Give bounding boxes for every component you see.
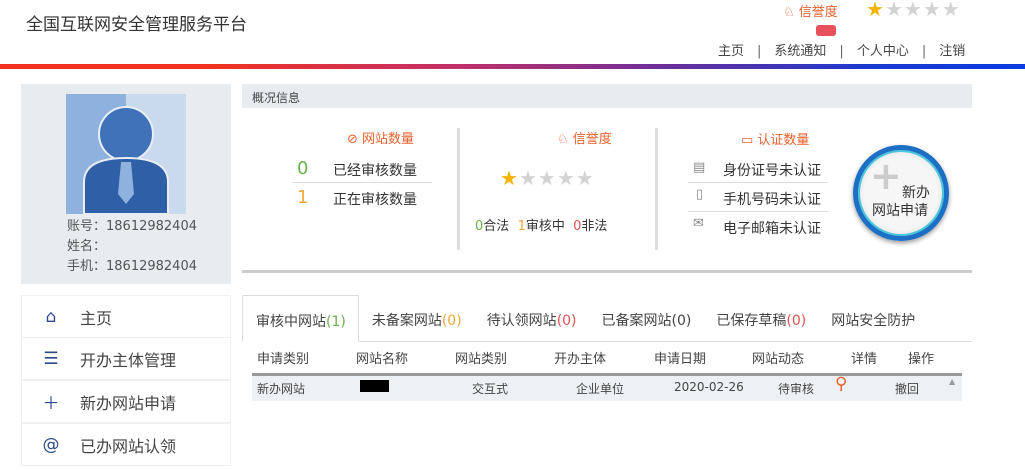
account-info: 账号：18612982404 [67,219,197,234]
list-icon: ☰ [43,348,59,369]
cell-type: 新办网站 [257,382,306,396]
withdraw-link[interactable]: 撤回 [895,380,919,397]
notification-badge [816,25,836,36]
compass-icon: ⊘ [347,132,363,147]
profile-card: 账号：18612982404 姓名： 手机：18612982404 [21,84,231,284]
divider [457,128,460,250]
tab-filed[interactable]: 已备案网站(0) [589,295,704,342]
plus-icon: + [870,154,902,198]
column-header: 网站类别 [455,352,508,367]
column-header: 网站动态 [752,352,805,367]
reviewed-label: 已经审核数量 [333,163,417,179]
sidebar-item-home[interactable]: ⌂ 主页 [21,295,231,338]
reputation-label: ♘ 信誉度 [783,5,838,20]
header-divider [0,64,1025,69]
at-icon: @ [42,434,60,455]
mail-icon: ✉ [693,216,704,231]
name-info: 姓名： [67,239,107,254]
divider [688,182,828,183]
reputation-title: ♘ 信誉度 [557,132,612,147]
nav-logout[interactable]: 注销 [939,44,965,59]
redacted-site-name [360,380,389,392]
cell-status: 待审核 [778,382,815,396]
phone-cert-status: 手机号码未认证 [723,192,821,208]
nav-home[interactable]: 主页 [718,44,744,59]
cell-subject: 企业单位 [576,382,625,396]
app-title: 全国互联网安全管理服务平台 [26,15,247,35]
sidebar-item-subject-management[interactable]: ☰ 开办主体管理 [21,337,231,380]
column-header: 申请日期 [654,352,707,367]
column-header: 申请类别 [257,352,310,367]
search-icon[interactable]: ⚲ [835,374,847,394]
column-header: 开办主体 [554,352,607,367]
avatar [66,94,186,215]
phone-info: 手机：18612982404 [67,259,197,274]
email-cert-status: 电子邮箱未认证 [723,221,821,237]
scrollbar-up-arrow[interactable]: ▲ [949,377,955,386]
site-tabs: 审核中网站(1) 未备案网站(0) 待认领网站(0) 已备案网站(0) 已保存草… [242,295,972,342]
sidebar-item-new-site[interactable]: ＋新办网站申请 [21,380,231,423]
id-card-icon: ▤ [693,160,706,175]
nav-profile[interactable]: 个人中心 [857,44,909,59]
tab-security[interactable]: 网站安全防护 [818,295,927,342]
ribbon-icon: ♘ [783,5,799,20]
reviewed-count: 0 [297,158,309,179]
tab-reviewing[interactable]: 审核中网站(1) [242,295,359,342]
column-header: 操作 [908,352,935,367]
nav-notifications[interactable]: 系统通知 [774,44,826,59]
reputation-stars: ★ ★ ★ ★ ★ [500,166,594,190]
new-site-application-button[interactable]: + 新办 网站申请 [853,145,949,241]
tab-drafts[interactable]: 已保存草稿(0) [703,295,818,342]
cell-site-type: 交互式 [472,382,509,396]
mobile-icon: ▯ [696,187,704,202]
reviewing-count: 1 [297,187,309,208]
divider [292,182,432,183]
home-icon: ⌂ [45,306,57,327]
ribbon-icon: ♘ [557,132,573,147]
top-nav: 主页 | 系统通知 | 个人中心 | 注销 [718,44,966,59]
sidebar-item-claim-site[interactable]: @ 已办网站认领 [21,423,231,466]
divider [688,211,828,212]
cell-date: 2020-02-26 [674,380,744,394]
site-count-title: ⊘ 网站数量 [347,132,415,147]
reputation-stars: ★ ★ ★ ★ ★ [866,0,960,21]
id-cert-status: 身份证号未认证 [723,163,821,179]
tab-unfiled[interactable]: 未备案网站(0) [359,295,474,342]
user-avatar-icon [83,106,169,215]
reputation-stats: 0合法 1审核中 0非法 [475,219,608,234]
tab-to-claim[interactable]: 待认领网站(0) [474,295,589,342]
divider [655,128,658,250]
overview-header: 概况信息 [242,84,972,108]
folder-icon: ▭ [741,133,758,148]
plus-icon: ＋ [42,394,60,414]
column-header: 网站名称 [356,352,409,367]
column-header: 详情 [851,352,878,367]
cert-count-title: ▭ 认证数量 [741,133,810,148]
divider [242,270,972,273]
reviewing-label: 正在审核数量 [333,192,417,208]
